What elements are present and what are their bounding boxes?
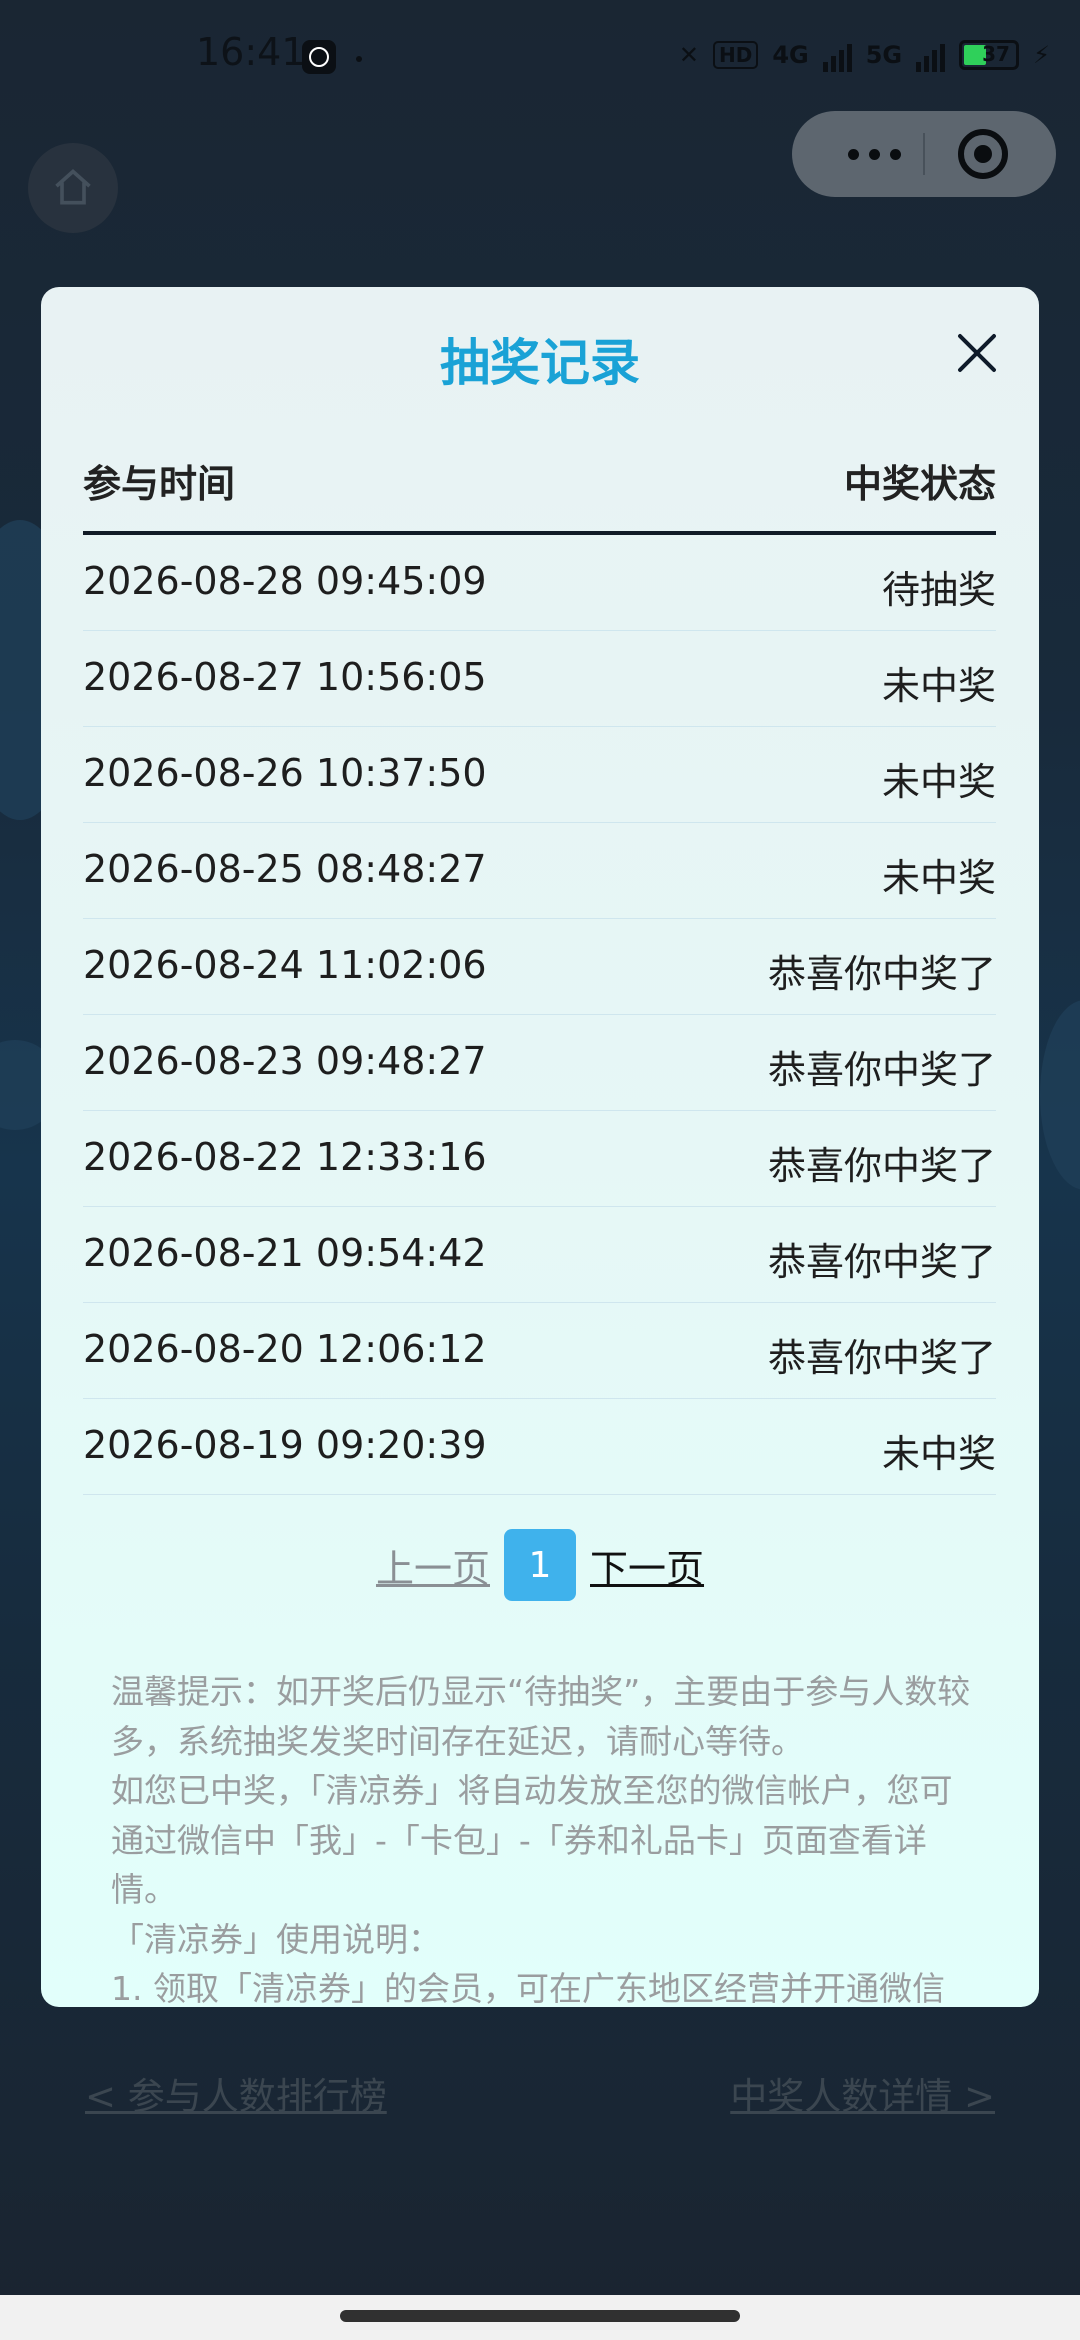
row-time: 2026-08-28 09:45:09 (83, 559, 487, 603)
row-status: 恭喜你中奖了 (767, 952, 996, 996)
table-row: 2026-08-20 12:06:12 恭喜你中奖了 (83, 1303, 996, 1399)
close-icon[interactable] (955, 331, 999, 375)
row-time: 2026-08-24 11:02:06 (83, 943, 487, 987)
signal-icon (916, 38, 946, 72)
row-status: 恭喜你中奖了 (767, 1336, 996, 1380)
exit-miniprogram-button[interactable] (958, 129, 1008, 179)
record-table: 2026-08-28 09:45:09 待抽奖 2026-08-27 10:56:… (83, 535, 996, 1495)
home-icon (55, 169, 91, 205)
row-status: 恭喜你中奖了 (767, 1048, 996, 1092)
table-row: 2026-08-26 10:37:50 未中奖 (83, 727, 996, 823)
next-page-link[interactable]: 下一页 (590, 1538, 704, 1593)
row-time: 2026-08-23 09:48:27 (83, 1039, 487, 1083)
row-status: 恭喜你中奖了 (767, 1240, 996, 1284)
row-time: 2026-08-20 12:06:12 (83, 1327, 487, 1371)
modal-title: 抽奖记录 (440, 334, 640, 392)
notification-dot-icon (356, 56, 362, 62)
page-number-current[interactable]: 1 (504, 1529, 576, 1601)
mute-icon: ✕ (678, 41, 699, 69)
table-row: 2026-08-25 08:48:27 未中奖 (83, 823, 996, 919)
system-navigation-bar (0, 2295, 1080, 2340)
pagination: 上一页 1 下一页 (41, 1529, 1039, 1601)
home-button[interactable] (28, 143, 118, 233)
tips-text: 温馨提示：如开奖后仍显示“待抽奖”，主要由于参与人数较多，系统抽奖发奖时间存在延… (111, 1667, 973, 2007)
row-time: 2026-08-22 12:33:16 (83, 1135, 487, 1179)
prev-page-link[interactable]: 上一页 (376, 1538, 490, 1593)
column-header-status: 中奖状态 (843, 462, 996, 506)
participant-ranking-link[interactable]: < 参与人数排行榜 (85, 2066, 387, 2120)
table-row: 2026-08-27 10:56:05 未中奖 (83, 631, 996, 727)
lottery-record-modal: 抽奖记录 参与时间 中奖状态 2026-08-28 09:45:09 待抽奖 20… (41, 287, 1039, 2007)
table-header: 参与时间 中奖状态 (83, 453, 996, 535)
row-time: 2026-08-21 09:54:42 (83, 1231, 487, 1275)
row-status: 未中奖 (881, 1432, 996, 1476)
row-time: 2026-08-19 09:20:39 (83, 1423, 487, 1467)
row-status: 未中奖 (881, 856, 996, 900)
table-row: 2026-08-24 11:02:06 恭喜你中奖了 (83, 919, 996, 1015)
status-icons: ✕ HD 4G 5G 37 ⚡ (679, 38, 1050, 72)
status-bar: 16:41 ✕ HD 4G 5G 37 ⚡ (0, 0, 1080, 118)
tip-paragraph: 1. 领取「清凉券」的会员，可在广东地区经营并开通微信商 (111, 1969, 945, 2007)
tip-paragraph: 「清凉券」使用说明： (111, 1919, 441, 1959)
table-row: 2026-08-21 09:54:42 恭喜你中奖了 (83, 1207, 996, 1303)
row-status: 恭喜你中奖了 (767, 1144, 996, 1188)
status-time: 16:41 (196, 30, 306, 74)
miniprogram-capsule (792, 111, 1056, 197)
stopwatch-icon (302, 40, 336, 74)
table-row: 2026-08-19 09:20:39 未中奖 (83, 1399, 996, 1495)
tip-paragraph: 如您已中奖，「清凉券」将自动发放至您的微信帐户，您可通过微信中「我」-「卡包」-… (111, 1771, 953, 1909)
more-options-button[interactable] (832, 111, 916, 197)
row-status: 待抽奖 (881, 568, 996, 612)
home-indicator[interactable] (340, 2310, 740, 2322)
table-row: 2026-08-23 09:48:27 恭喜你中奖了 (83, 1015, 996, 1111)
tip-paragraph: 温馨提示：如开奖后仍显示“待抽奖”，主要由于参与人数较多，系统抽奖发奖时间存在延… (111, 1672, 971, 1761)
signal-5g-label: 5G (865, 41, 903, 69)
table-row: 2026-08-28 09:45:09 待抽奖 (83, 535, 996, 631)
row-status: 未中奖 (881, 760, 996, 804)
table-row: 2026-08-22 12:33:16 恭喜你中奖了 (83, 1111, 996, 1207)
winner-details-link[interactable]: 中奖人数详情 > (730, 2066, 995, 2120)
row-status: 未中奖 (881, 664, 996, 708)
column-header-time: 参与时间 (83, 462, 236, 506)
row-time: 2026-08-26 10:37:50 (83, 751, 487, 795)
signal-4g-label: 4G (772, 41, 809, 69)
charging-icon: ⚡ (1033, 41, 1050, 69)
hd-icon: HD (712, 41, 759, 69)
capsule-divider (923, 133, 925, 175)
battery-level: 37 (982, 42, 1010, 66)
signal-icon (822, 38, 852, 72)
battery-icon: 37 (959, 40, 1020, 70)
row-time: 2026-08-25 08:48:27 (83, 847, 487, 891)
row-time: 2026-08-27 10:56:05 (83, 655, 487, 699)
